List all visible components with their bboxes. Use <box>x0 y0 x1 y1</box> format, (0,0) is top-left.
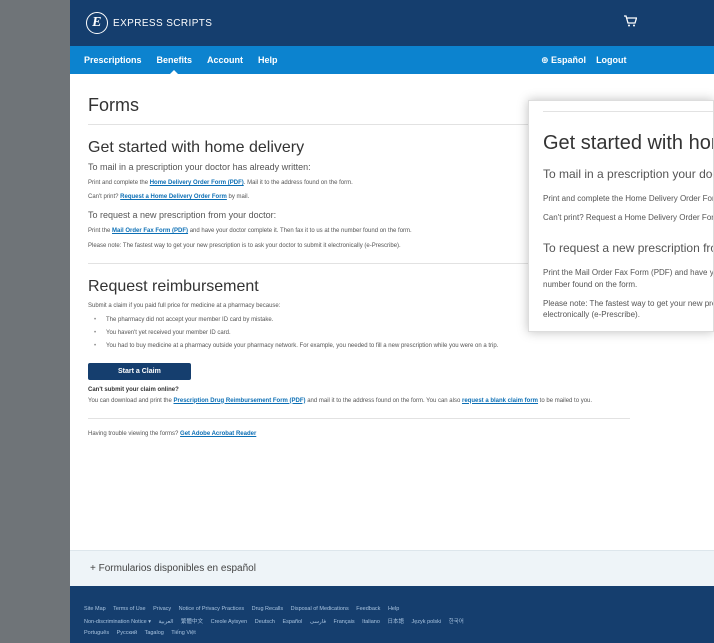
zoom-sub2: To request a new prescription from your … <box>543 241 713 256</box>
zoom-p2: Can't print? Request a Home Delivery Ord… <box>543 213 714 223</box>
adobe-reader-link[interactable]: Get Adobe Acrobat Reader <box>180 431 256 437</box>
language-link[interactable]: Italiano <box>362 619 380 625</box>
nav-account[interactable]: Account <box>207 55 243 65</box>
divider <box>88 417 630 419</box>
footer-link[interactable]: Disposal of Medications <box>291 606 349 612</box>
language-link[interactable]: العربية <box>158 619 173 625</box>
footer-link[interactable]: Drug Recalls <box>252 606 283 612</box>
language-link[interactable]: Creole Ayisyen <box>211 619 248 625</box>
language-link[interactable]: Français <box>334 619 355 625</box>
nav-help[interactable]: Help <box>258 55 278 65</box>
footer-link[interactable]: Site Map <box>84 606 106 612</box>
language-toggle[interactable]: ⊕ Español <box>541 55 586 66</box>
footer-links: Site Map Terms of Use Privacy Notice of … <box>84 606 714 612</box>
brand-logo[interactable]: E EXPRESS SCRIPTS <box>86 12 212 34</box>
language-link[interactable]: 한국어 <box>449 619 464 625</box>
claim-instructions: You can download and print the Prescript… <box>88 397 593 404</box>
language-link[interactable]: Español <box>282 619 302 625</box>
express-scripts-logo-icon: E <box>86 12 108 34</box>
zoom-heading: Get started with home delivery <box>543 132 713 154</box>
footer: Site Map Terms of Use Privacy Notice of … <box>70 586 714 643</box>
footer-link[interactable]: Feedback <box>356 606 380 612</box>
zoom-sub1: To mail in a prescription your doctor ha… <box>543 167 713 181</box>
spanish-forms-label: + Formularios disponibles en español <box>90 563 256 574</box>
language-link[interactable]: Deutsch <box>255 619 275 625</box>
nav-benefits[interactable]: Benefits <box>157 55 192 75</box>
language-link[interactable]: فارسی <box>310 619 326 625</box>
nav-prescriptions[interactable]: Prescriptions <box>84 55 142 65</box>
footer-languages: Non-discrimination Notice ▾ العربية 繁體中文… <box>84 617 714 625</box>
zoom-p1: Print and complete the Home Delivery Ord… <box>543 194 713 203</box>
footer-link[interactable]: Privacy <box>153 606 171 612</box>
trouble-viewing: Having trouble viewing the forms? Get Ad… <box>88 430 257 437</box>
claim-online-question: Can't submit your claim online? <box>88 386 179 393</box>
language-link[interactable]: 日本語 <box>387 619 404 625</box>
footer-languages-2: Português Русский Tagalog Tiếng Việt <box>84 630 714 636</box>
blank-claim-form-link[interactable]: request a blank claim form <box>462 398 538 404</box>
language-link[interactable]: Tiếng Việt <box>171 630 195 636</box>
request-order-form-link[interactable]: Request a Home Delivery Order Form <box>120 194 227 200</box>
footer-link[interactable]: Terms of Use <box>113 606 145 612</box>
language-link[interactable]: Non-discrimination Notice ▾ <box>84 619 151 625</box>
top-bar: E EXPRESS SCRIPTS <box>70 0 714 46</box>
main-nav: Prescriptions Benefits Account Help ⊕ Es… <box>70 46 714 75</box>
cart-icon[interactable] <box>623 15 638 30</box>
footer-link[interactable]: Notice of Privacy Practices <box>179 606 244 612</box>
brand-name: EXPRESS SCRIPTS <box>113 17 213 29</box>
spanish-forms-expander[interactable]: + Formularios disponibles en español <box>70 550 714 586</box>
language-link[interactable]: Русский <box>117 630 137 636</box>
zoom-p3: Print the Mail Order Fax Form (PDF) and … <box>543 268 714 289</box>
logout-link[interactable]: Logout <box>596 55 627 66</box>
language-link[interactable]: Português <box>84 630 109 636</box>
footer-link[interactable]: Help <box>388 606 399 612</box>
home-delivery-order-form-link[interactable]: Home Delivery Order Form (PDF) <box>150 180 244 186</box>
zoom-p4: Please note: The fastest way to get your… <box>543 298 713 319</box>
language-link[interactable]: Język polski <box>412 619 442 625</box>
zoom-callout: Get started with home delivery To mail i… <box>528 100 714 332</box>
divider <box>543 111 713 112</box>
reimbursement-form-link[interactable]: Prescription Drug Reimbursement Form (PD… <box>174 398 306 404</box>
mail-order-fax-form-link[interactable]: Mail Order Fax Form (PDF) <box>112 228 188 234</box>
start-claim-button[interactable]: Start a Claim <box>88 362 191 380</box>
language-link[interactable]: Tagalog <box>145 630 164 636</box>
language-link[interactable]: 繁體中文 <box>181 619 203 625</box>
list-item: You had to buy medicine at a pharmacy ou… <box>88 341 630 351</box>
